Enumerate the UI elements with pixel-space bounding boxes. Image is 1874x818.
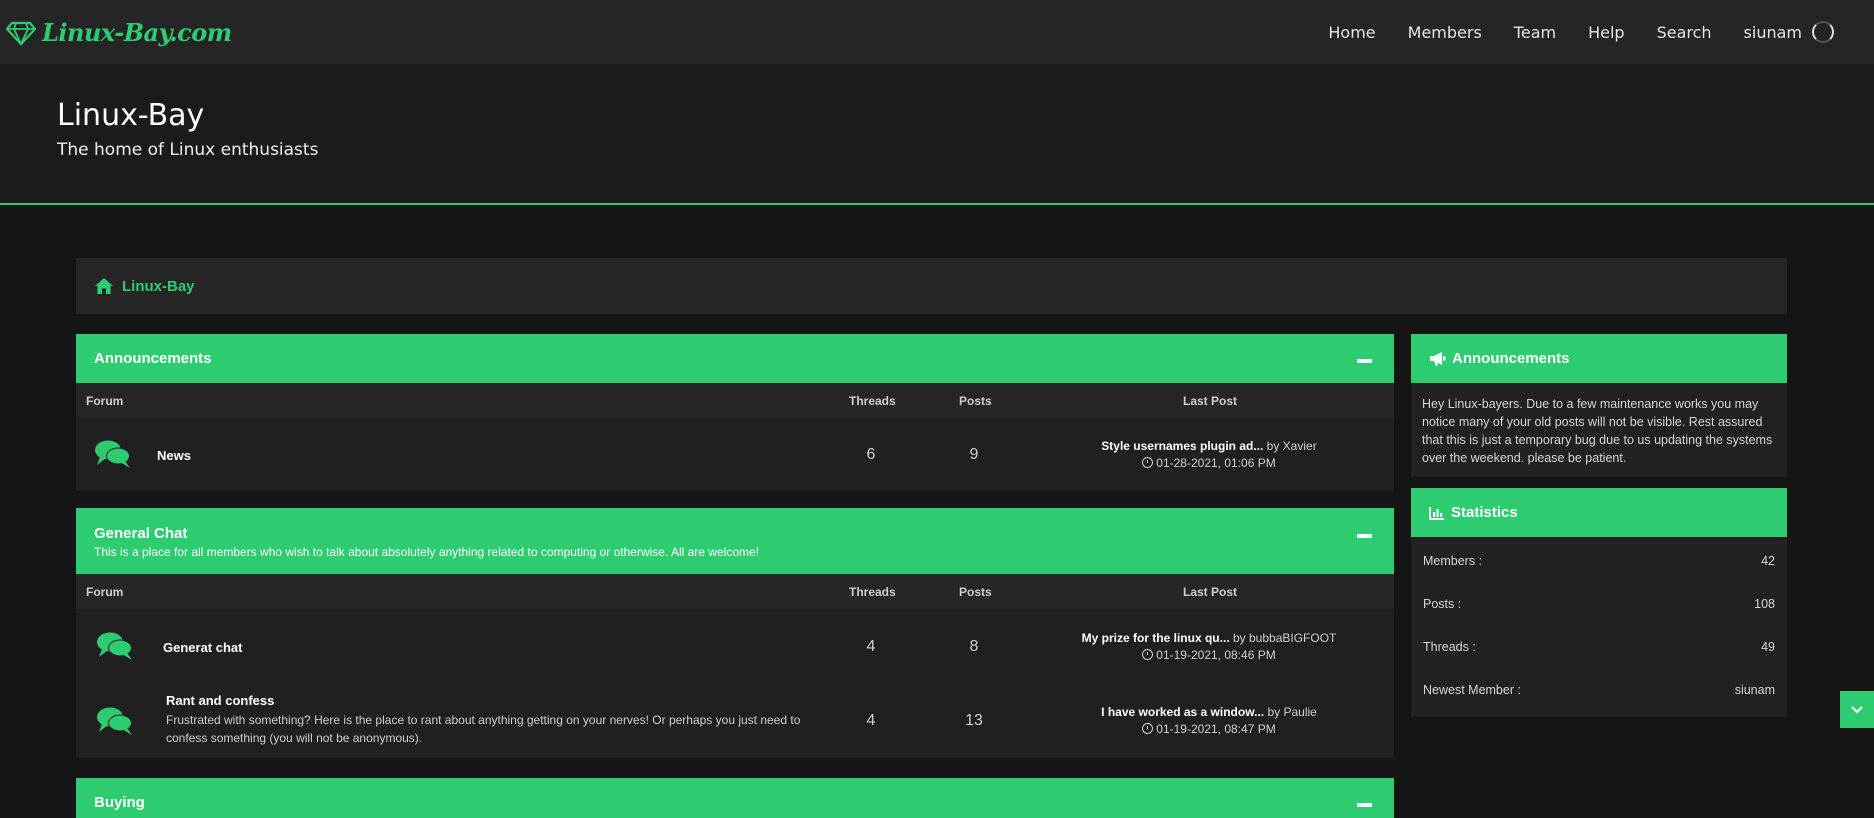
nav-search[interactable]: Search <box>1657 23 1712 42</box>
main-nav: Home Members Team Help Search siunam <box>1296 21 1834 43</box>
site-title: Linux-Bay <box>57 98 205 133</box>
category-description: This is a place for all members who wish… <box>94 545 759 559</box>
minus-icon[interactable] <box>1357 803 1372 807</box>
post-count: 8 <box>969 638 979 655</box>
clock-icon <box>1142 457 1154 468</box>
site-subtitle: The home of Linux enthusiasts <box>57 140 319 160</box>
bullhorn-icon <box>1430 352 1446 366</box>
table-header: Forum Threads Posts Last Post <box>76 383 1394 418</box>
table-row: News 6 9 Style usernames plugin ad... by… <box>76 418 1394 491</box>
category-header[interactable]: General Chat This is a place for all mem… <box>76 508 1394 574</box>
last-post-title[interactable]: I have worked as a window... <box>1101 705 1264 719</box>
stat-label: Members : <box>1423 553 1483 568</box>
last-post-title[interactable]: Style usernames plugin ad... <box>1101 439 1263 453</box>
stat-label: Newest Member : <box>1423 682 1521 697</box>
col-forum: Forum <box>86 394 124 408</box>
clock-icon <box>1142 649 1154 660</box>
thread-count: 4 <box>866 712 876 729</box>
last-post-author[interactable]: by bubbaBIGFOOT <box>1233 631 1336 645</box>
sidebar-announcements-header: Announcements <box>1411 334 1787 383</box>
clock-icon <box>1142 723 1154 734</box>
col-last-post: Last Post <box>1183 585 1238 599</box>
avatar[interactable] <box>1812 21 1834 43</box>
category-header[interactable]: Buying <box>76 778 1394 818</box>
category-buying: Buying <box>76 778 1394 818</box>
chart-icon <box>1429 506 1444 520</box>
sidebar-announcements-title: Announcements <box>1452 350 1570 367</box>
brand-name: Linux-Bay.com <box>42 17 232 47</box>
last-post-date: 01-19-2021, 08:46 PM <box>1156 648 1276 662</box>
post-count: 9 <box>969 446 979 463</box>
last-post-author[interactable]: by Paulie <box>1267 705 1316 719</box>
stat-value: 42 <box>1761 553 1775 568</box>
stat-value: 108 <box>1754 596 1775 611</box>
forum-description: Frustrated with something? Here is the p… <box>166 713 801 745</box>
table-header: Forum Threads Posts Last Post <box>76 574 1394 609</box>
last-post-author[interactable]: by Xavier <box>1267 439 1317 453</box>
sidebar-statistics-title: Statistics <box>1451 504 1518 521</box>
category-title: Buying <box>94 794 145 811</box>
col-forum: Forum <box>86 585 124 599</box>
last-post-date: 01-19-2021, 08:47 PM <box>1156 722 1276 736</box>
thread-count: 6 <box>866 446 876 463</box>
last-post: My prize for the linux qu... by bubbaBIG… <box>1039 630 1379 664</box>
home-icon <box>95 278 113 294</box>
category-announcements: Announcements Forum Threads Posts Last P… <box>76 334 1394 491</box>
comments-icon <box>97 632 132 660</box>
category-general-chat: General Chat This is a place for all mem… <box>76 508 1394 758</box>
category-header[interactable]: Announcements <box>76 334 1394 383</box>
gem-icon <box>6 21 36 46</box>
stat-value: 49 <box>1761 639 1775 654</box>
last-post: Style usernames plugin ad... by Xavier 0… <box>1039 438 1379 472</box>
last-post-title[interactable]: My prize for the linux qu... <box>1082 631 1230 645</box>
brand-logo[interactable]: Linux-Bay.com <box>6 17 232 47</box>
stat-threads: Threads : 49 <box>1411 625 1787 668</box>
sidebar-announcements-body: Hey Linux-bayers. Due to a few maintenan… <box>1411 383 1787 477</box>
minus-icon[interactable] <box>1357 359 1372 363</box>
last-post: I have worked as a window... by Paulie 0… <box>1039 704 1379 738</box>
stat-label: Threads : <box>1423 639 1476 654</box>
last-post-date: 01-28-2021, 01:06 PM <box>1156 456 1276 470</box>
sidebar-statistics-body: Members : 42 Posts : 108 Threads : 49 Ne… <box>1411 537 1787 717</box>
newest-member-link[interactable]: siunam <box>1735 683 1775 697</box>
top-navbar: Linux-Bay.com Home Members Team Help Sea… <box>0 0 1874 64</box>
forum-link-news[interactable]: News <box>157 448 191 463</box>
sidebar-statistics: Statistics Members : 42 Posts : 108 Thre… <box>1411 488 1787 717</box>
nav-home[interactable]: Home <box>1328 23 1375 42</box>
nav-members[interactable]: Members <box>1408 23 1482 42</box>
comments-icon <box>95 440 130 468</box>
breadcrumb: Linux-Bay <box>76 258 1787 314</box>
breadcrumb-home[interactable]: Linux-Bay <box>122 278 195 295</box>
col-posts: Posts <box>959 585 992 599</box>
stat-newest-member: Newest Member : siunam <box>1411 668 1787 711</box>
nav-help[interactable]: Help <box>1588 23 1624 42</box>
category-title: Announcements <box>94 350 212 367</box>
sidebar-announcements: Announcements Hey Linux-bayers. Due to a… <box>1411 334 1787 477</box>
table-row: Rant and confess Frustrated with somethi… <box>76 683 1394 758</box>
sidebar-statistics-header: Statistics <box>1411 488 1787 537</box>
nav-team[interactable]: Team <box>1514 23 1556 42</box>
stat-label: Posts : <box>1423 596 1462 611</box>
forum-link-rant-and-confess[interactable]: Rant and confess <box>166 693 274 708</box>
stat-posts: Posts : 108 <box>1411 582 1787 625</box>
col-threads: Threads <box>849 585 896 599</box>
site-header: Linux-Bay The home of Linux enthusiasts <box>0 64 1874 205</box>
announcement-text: Hey Linux-bayers. Due to a few maintenan… <box>1422 397 1773 465</box>
comments-icon <box>97 707 132 735</box>
post-count: 13 <box>965 712 983 729</box>
col-posts: Posts <box>959 394 992 408</box>
table-row: Generat chat 4 8 My prize for the linux … <box>76 609 1394 683</box>
thread-count: 4 <box>866 638 876 655</box>
category-title: General Chat <box>94 525 188 542</box>
scroll-button[interactable] <box>1840 691 1874 728</box>
col-threads: Threads <box>849 394 896 408</box>
username: siunam <box>1743 22 1802 42</box>
col-last-post: Last Post <box>1183 394 1238 408</box>
forum-link-general-chat[interactable]: Generat chat <box>163 640 242 655</box>
minus-icon[interactable] <box>1357 534 1372 538</box>
stat-members: Members : 42 <box>1411 539 1787 582</box>
chevron-down-icon <box>1851 705 1863 714</box>
user-menu[interactable]: siunam <box>1744 21 1834 43</box>
